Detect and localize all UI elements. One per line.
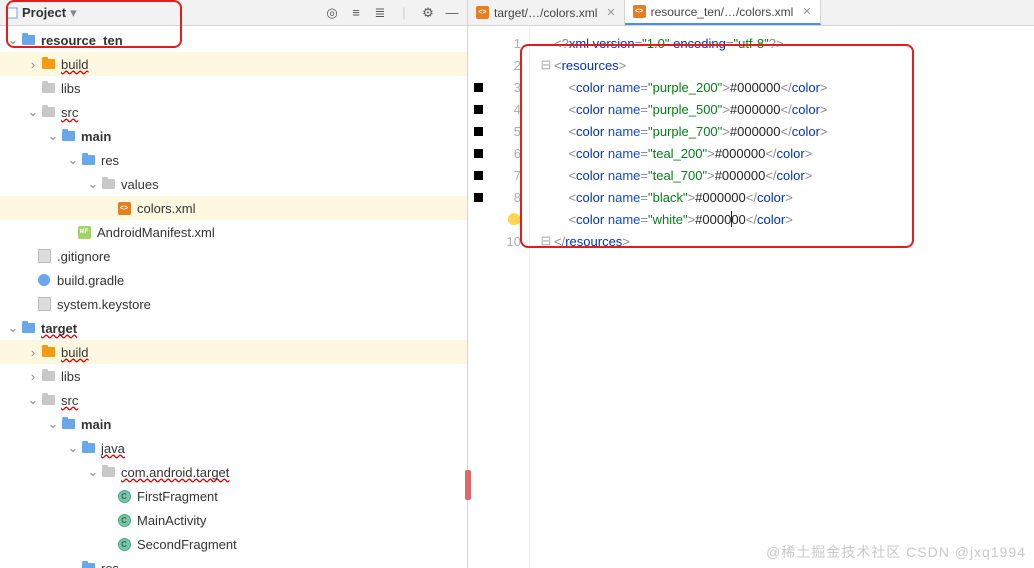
code-editor[interactable]: 1 2 3 4 5 6 7 8 9 10 <?xml version="1.0"… (468, 26, 1034, 568)
gutter: 1 2 3 4 5 6 7 8 9 10 (468, 26, 530, 568)
expand-icon[interactable]: ≡ (347, 4, 365, 22)
tree-node-class[interactable]: CSecondFragment (0, 532, 467, 556)
tree-node-class[interactable]: CFirstFragment (0, 484, 467, 508)
tree-node-class[interactable]: CMainActivity (0, 508, 467, 532)
tree-node-build[interactable]: ›build (0, 52, 467, 76)
divider: | (395, 4, 413, 22)
color-swatch-icon (474, 171, 483, 180)
tree-node-target[interactable]: ⌄target (0, 316, 467, 340)
code-area[interactable]: <?xml version="1.0" encoding="utf-8"?> ⊟… (530, 26, 1034, 568)
tree-node-res[interactable]: ⌄res (0, 148, 467, 172)
tree-node-java[interactable]: ⌄java (0, 436, 467, 460)
tree-node-gitignore[interactable]: .gitignore (0, 244, 467, 268)
close-icon[interactable]: ✕ (606, 6, 615, 19)
project-toolbar: Project ▾ ◎ ≡ ≣ | ⚙ — (0, 0, 467, 26)
tree-node-build2[interactable]: ›build (0, 340, 467, 364)
tree-node-resource_ten[interactable]: ⌄resource_ten (0, 28, 467, 52)
chevron-down-icon: ▾ (70, 5, 77, 21)
color-swatch-icon (474, 149, 483, 158)
tree-node-libs[interactable]: libs (0, 76, 467, 100)
tree-node-package[interactable]: ⌄com.android.target (0, 460, 467, 484)
hide-icon[interactable]: — (443, 4, 461, 22)
tree-node-res2[interactable]: ⌄res (0, 556, 467, 568)
color-swatch-icon (474, 83, 483, 92)
tree-node-main2[interactable]: ⌄main (0, 412, 467, 436)
gear-icon[interactable]: ⚙ (419, 4, 437, 22)
collapse-icon[interactable]: ≣ (371, 4, 389, 22)
lightbulb-icon[interactable] (508, 213, 520, 225)
color-swatch-icon (474, 127, 483, 136)
tree-node-gradle[interactable]: build.gradle (0, 268, 467, 292)
color-swatch-icon (474, 105, 483, 114)
tab-resource-colors[interactable]: <>resource_ten/…/colors.xml✕ (625, 0, 821, 25)
close-icon[interactable]: ✕ (802, 5, 811, 18)
tree-node-libs2[interactable]: ›libs (0, 364, 467, 388)
tree-node-keystore[interactable]: system.keystore (0, 292, 467, 316)
project-dropdown[interactable]: Project ▾ (6, 5, 77, 21)
tree-node-manifest[interactable]: MFAndroidManifest.xml (0, 220, 467, 244)
split-handle[interactable] (465, 470, 471, 500)
tab-target-colors[interactable]: <>target/…/colors.xml✕ (468, 0, 625, 25)
tree-node-src2[interactable]: ⌄src (0, 388, 467, 412)
project-tree[interactable]: ⌄resource_ten ›build libs ⌄src ⌄main ⌄re… (0, 26, 467, 568)
editor-tabs: <>target/…/colors.xml✕ <>resource_ten/…/… (468, 0, 1034, 26)
color-swatch-icon (474, 193, 483, 202)
tree-node-main[interactable]: ⌄main (0, 124, 467, 148)
tree-node-values[interactable]: ⌄values (0, 172, 467, 196)
locate-icon[interactable]: ◎ (323, 4, 341, 22)
tree-node-colors-xml[interactable]: <>colors.xml (0, 196, 467, 220)
tree-node-src[interactable]: ⌄src (0, 100, 467, 124)
